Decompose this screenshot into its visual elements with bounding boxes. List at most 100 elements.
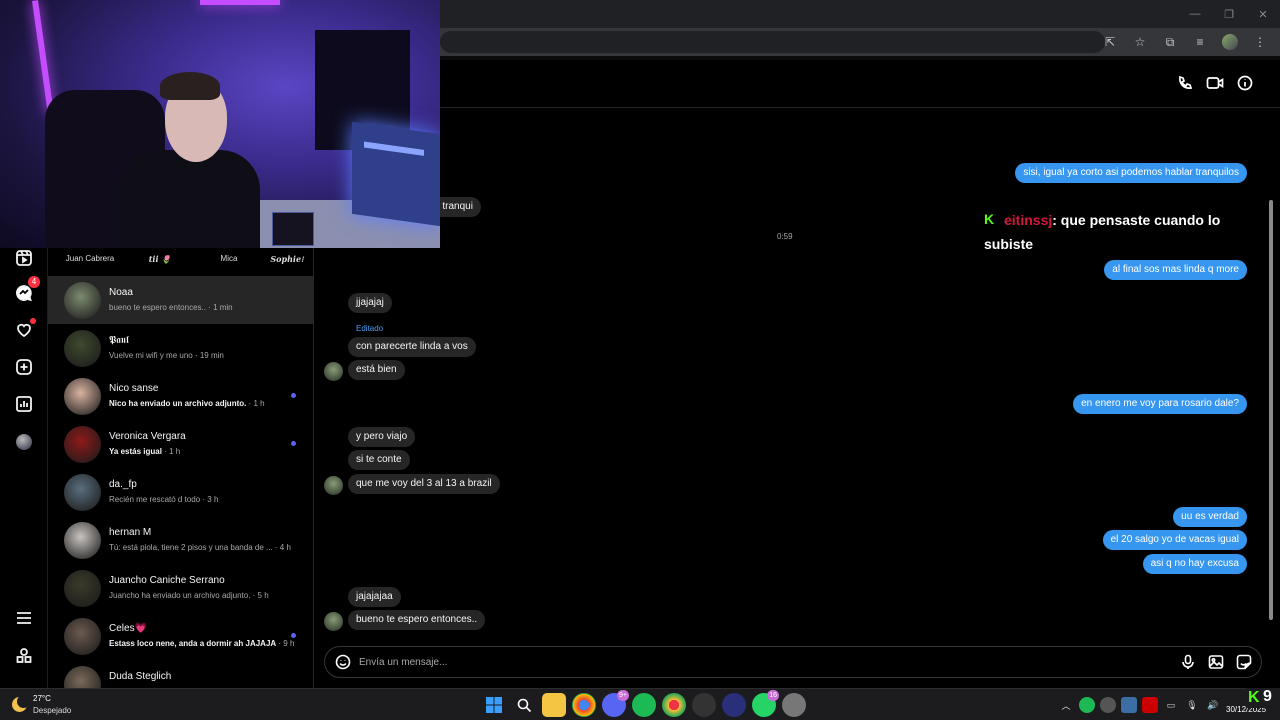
tray-app-icon[interactable]	[1142, 697, 1158, 713]
thread-preview: bueno te espero entonces.. · 1 min	[109, 303, 294, 312]
message-bubble-outgoing[interactable]: asi q no hay excusa	[1142, 554, 1247, 574]
thread-preview: Vuelve mi wifi y me uno · 19 min	[109, 351, 294, 360]
obs-icon[interactable]	[692, 693, 716, 717]
sender-avatar[interactable]	[324, 612, 343, 631]
reels-icon[interactable]	[12, 246, 36, 270]
thread-preview: Tú: está piola, tiene 2 pisos y una band…	[109, 543, 294, 552]
profile-avatar[interactable]	[1220, 32, 1240, 52]
weather-condition: Despejado	[33, 706, 72, 715]
profile-icon[interactable]	[12, 430, 36, 454]
sticker-icon[interactable]	[1235, 653, 1253, 671]
message-bubble-outgoing[interactable]: el 20 salgo yo de vacas igual	[1102, 530, 1247, 550]
extensions-icon[interactable]: ⧉	[1160, 32, 1180, 52]
thread-preview: Juancho ha enviado un archivo adjunto. ·…	[109, 591, 294, 600]
message-bubble-incoming[interactable]: si te conte	[348, 450, 410, 470]
audio-call-icon[interactable]	[1176, 74, 1194, 92]
thread-item[interactable]: 𝕻𝖆𝖚𝖑 Vuelve mi wifi y me uno · 19 min	[48, 324, 313, 372]
message-bubble-incoming[interactable]: jajajajaa	[348, 587, 401, 607]
thread-avatar	[64, 282, 101, 319]
message-bubble-incoming[interactable]: con parecerte linda a vos	[348, 337, 476, 357]
unread-dot	[291, 393, 296, 398]
thread-item[interactable]: hernan M Tú: está piola, tiene 2 pisos y …	[48, 516, 313, 564]
stream-chat-text: : que pensaste cuando lo	[1052, 212, 1221, 228]
note-name: Mica	[220, 254, 238, 263]
thread-name: Nico sanse	[109, 383, 159, 394]
chat-scrollbar[interactable]	[1268, 114, 1274, 636]
tray-obs-icon[interactable]	[1100, 697, 1116, 713]
file-explorer-icon[interactable]	[542, 693, 566, 717]
thread-item[interactable]: Noaa bueno te espero entonces.. · 1 min	[48, 276, 313, 324]
tray-spotify-icon[interactable]	[1079, 697, 1095, 713]
chrome-profile-icon[interactable]	[662, 693, 686, 717]
thread-item[interactable]: Veronica Vergara Ya estás igual · 1 h	[48, 420, 313, 468]
install-app-icon[interactable]: ⇱	[1100, 32, 1120, 52]
kick-count: 9	[1263, 688, 1272, 705]
thread-avatar	[64, 474, 101, 511]
sender-avatar[interactable]	[324, 476, 343, 495]
message-bubble-outgoing[interactable]: sisi, igual ya corto asi podemos hablar …	[1015, 163, 1247, 183]
search-icon[interactable]	[512, 693, 536, 717]
whatsapp-icon[interactable]: 16	[752, 690, 779, 717]
discord-icon[interactable]: 9+	[602, 690, 629, 717]
chat-panel: 0:59 e tranqui sisi, igual ya corto asi …	[314, 60, 1280, 688]
also-from-meta-icon[interactable]	[12, 644, 36, 668]
tray-battery-icon[interactable]: ▭	[1163, 697, 1179, 713]
message-bubble-outgoing[interactable]: uu es verdad	[1173, 507, 1247, 527]
thread-item[interactable]: Celes💗 Estass loco nene, anda a dormir ah…	[48, 612, 313, 660]
sender-avatar[interactable]	[324, 362, 343, 381]
webcam-overlay	[0, 0, 440, 248]
tray-network-icon[interactable]	[1121, 697, 1137, 713]
tray-volume-icon[interactable]: 🔊	[1205, 697, 1221, 713]
start-icon[interactable]	[482, 693, 506, 717]
thread-item[interactable]: Juancho Caniche Serrano Juancho ha enviad…	[48, 564, 313, 612]
microphone-icon[interactable]	[1179, 653, 1197, 671]
tray-chevron-icon[interactable]: ︿	[1058, 697, 1074, 713]
message-bubble-incoming[interactable]: bueno te espero entonces..	[348, 610, 486, 630]
video-call-icon[interactable]	[1206, 74, 1224, 92]
weather-widget[interactable]: 27°C Despejado	[12, 694, 92, 716]
dashboard-icon[interactable]	[12, 392, 36, 416]
notifications-icon[interactable]	[12, 318, 36, 342]
menu-icon[interactable]	[12, 606, 36, 630]
thread-preview-text: Nico ha enviado un archivo adjunto.	[109, 399, 247, 408]
message-input[interactable]	[359, 653, 1139, 671]
thread-avatar	[64, 570, 101, 607]
chat-header-actions	[1176, 74, 1254, 92]
more-menu-icon[interactable]: ⋮	[1250, 32, 1270, 52]
settings-gear-icon[interactable]	[782, 693, 806, 717]
message-bubble-outgoing[interactable]: al final sos mas linda q more	[1104, 260, 1247, 280]
create-icon[interactable]	[12, 355, 36, 379]
media-queue-icon[interactable]: ≡	[1190, 32, 1210, 52]
message-bubble-incoming[interactable]: está bien	[348, 360, 405, 380]
messages-icon[interactable]: 4	[12, 276, 40, 305]
restore-icon[interactable]: ❐	[1212, 0, 1246, 28]
scrollbar-thumb[interactable]	[1269, 200, 1273, 620]
message-bubble-incoming[interactable]: jjajajaj	[348, 293, 392, 313]
spotify-icon[interactable]	[632, 693, 656, 717]
close-icon[interactable]: ✕	[1246, 0, 1280, 28]
stream-chat-username: eitinssj	[1004, 212, 1053, 228]
thread-name: Veronica Vergara	[109, 431, 186, 442]
address-bar[interactable]	[440, 31, 1105, 53]
message-bubble-outgoing[interactable]: en enero me voy para rosario dale?	[1073, 394, 1247, 414]
chat-header	[314, 60, 1280, 108]
message-timestamp: 0:59	[777, 232, 793, 241]
image-upload-icon[interactable]	[1207, 653, 1225, 671]
emoji-icon[interactable]	[335, 654, 351, 670]
message-composer	[324, 646, 1262, 678]
thread-avatar	[64, 522, 101, 559]
browser-app-icon[interactable]	[722, 693, 746, 717]
minimize-icon[interactable]: —	[1178, 0, 1212, 28]
thread-item[interactable]: Nico sanse Nico ha enviado un archivo adj…	[48, 372, 313, 420]
thread-name: 𝕻𝖆𝖚𝖑	[109, 335, 129, 346]
kick-logo: K	[1248, 689, 1260, 706]
message-bubble-incoming[interactable]: que me voy del 3 al 13 a brazil	[348, 474, 500, 494]
conversation-info-icon[interactable]	[1236, 74, 1254, 92]
chrome-icon[interactable]	[572, 693, 596, 717]
thread-item[interactable]: Duda SteglichTú: hermosisimo · 12 h	[48, 660, 313, 688]
thread-item[interactable]: da._fp Recién me rescató d todo · 3 h	[48, 468, 313, 516]
bookmark-star-icon[interactable]: ☆	[1130, 32, 1150, 52]
tray-mic-icon[interactable]: 🎙	[1184, 697, 1200, 713]
message-bubble-incoming[interactable]: y pero viajo	[348, 427, 416, 447]
thread-preview-text: Recién me rescató d todo · 3 h	[109, 495, 219, 504]
